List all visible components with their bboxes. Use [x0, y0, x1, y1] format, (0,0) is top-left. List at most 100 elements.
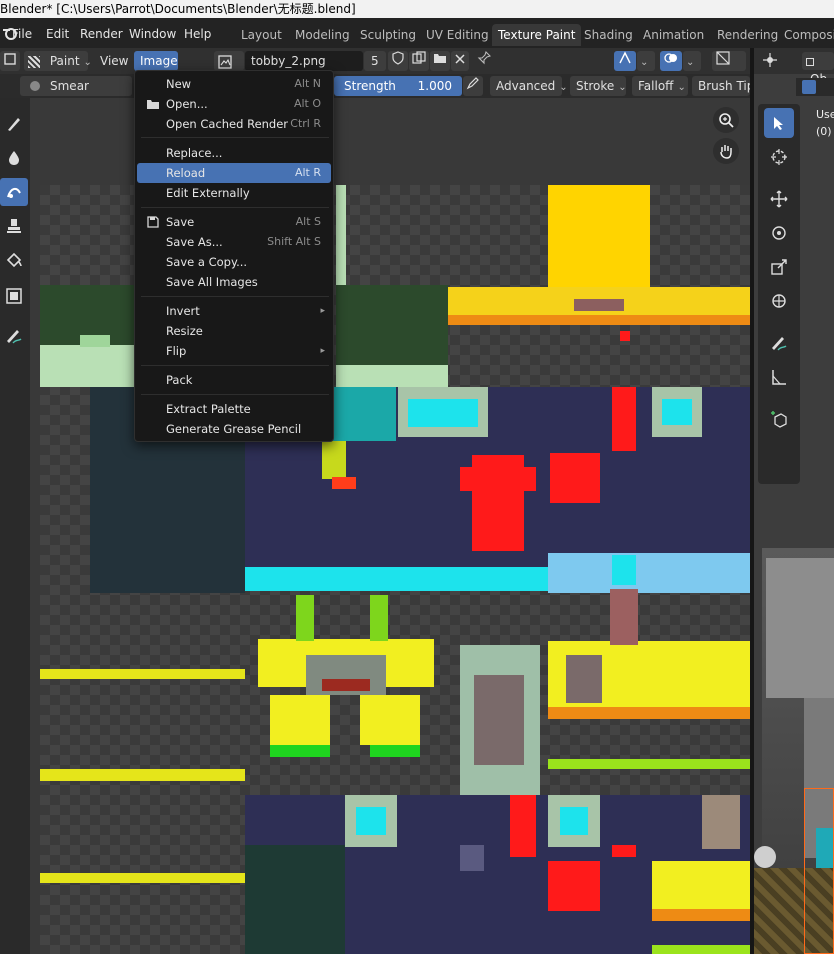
- duplicate-icon[interactable]: [409, 51, 429, 71]
- zoom-icon[interactable]: [713, 107, 739, 133]
- image-dropdown-menu: New Alt N Open... Alt O Open Cached Render…: [134, 70, 334, 442]
- menu-file[interactable]: File: [12, 24, 32, 44]
- menu-item-edit-externally[interactable]: Edit Externally: [137, 183, 331, 203]
- menu-item-shortcut: Alt O: [293, 97, 321, 110]
- menu-item-label: Save a Copy...: [166, 255, 248, 269]
- menu-item-save-as[interactable]: Save As... Shift Alt S: [137, 232, 331, 252]
- transform-icon[interactable]: [764, 286, 794, 316]
- menu-item-label: Save: [166, 215, 195, 229]
- chevron-down-icon: ⌄: [677, 82, 686, 93]
- cursor-icon[interactable]: [764, 108, 794, 138]
- rotate-icon[interactable]: [764, 218, 794, 248]
- add-cube-icon[interactable]: [764, 404, 794, 434]
- image-name-field[interactable]: tobby_2.png: [245, 51, 363, 71]
- menu-item-invert[interactable]: Invert ▸: [137, 301, 331, 321]
- menu-item-open-cached-render[interactable]: Open Cached Render Ctrl R: [137, 114, 331, 134]
- menu-help[interactable]: Help: [184, 24, 211, 44]
- chevron-down-icon: ⌄: [559, 82, 568, 93]
- submenu-arrow-icon: ▸: [320, 306, 325, 316]
- move-icon[interactable]: [764, 184, 794, 214]
- editor-type-icon[interactable]: [0, 51, 20, 71]
- smear-icon[interactable]: [0, 178, 28, 206]
- menu-window[interactable]: Window: [129, 24, 176, 44]
- object-mode-select[interactable]: Ob: [802, 52, 834, 86]
- tab-layout[interactable]: Layout: [235, 24, 288, 46]
- uv-sync-icon[interactable]: [614, 51, 636, 71]
- brush-name: Smear: [50, 79, 89, 93]
- tab-sculpting[interactable]: Sculpting: [354, 24, 422, 46]
- menu-item-label: Edit Externally: [166, 186, 250, 200]
- tab-modeling[interactable]: Modeling: [289, 24, 356, 46]
- menu-separator: [141, 207, 329, 208]
- image-browse-button[interactable]: [214, 51, 244, 71]
- menu-item-save-copy[interactable]: Save a Copy...: [137, 252, 331, 272]
- display-channels-icon[interactable]: [712, 51, 746, 71]
- measure-icon[interactable]: [764, 362, 794, 392]
- stroke-popover[interactable]: Stroke ⌄: [570, 76, 627, 96]
- menu-item-open[interactable]: Open... Alt O: [137, 94, 331, 114]
- menu-item-save[interactable]: Save Alt S: [137, 212, 331, 232]
- menu-item-shortcut: Shift Alt S: [267, 235, 321, 248]
- hand-icon[interactable]: [713, 138, 739, 164]
- menu-item-replace[interactable]: Replace...: [137, 143, 331, 163]
- chevron-down-icon[interactable]: ⌄: [637, 51, 655, 71]
- folder-icon[interactable]: [430, 51, 450, 71]
- tab-uv-editing[interactable]: UV Editing: [420, 24, 495, 46]
- mode-label: Paint: [49, 54, 80, 68]
- menu-item-reload[interactable]: Reload Alt R: [137, 163, 331, 183]
- menu-item-label: Reload: [166, 166, 206, 180]
- annotate-icon[interactable]: [764, 328, 794, 358]
- viewport-sphere: [754, 846, 776, 868]
- fill-bucket-icon[interactable]: [0, 246, 28, 274]
- 3d-cursor-icon[interactable]: [764, 142, 794, 172]
- menu-separator: [141, 365, 329, 366]
- menu-render[interactable]: Render: [80, 24, 123, 44]
- menu-item-label: Save As...: [166, 235, 223, 249]
- mode-select[interactable]: Paint ⌄: [24, 51, 92, 71]
- annotate-icon[interactable]: [0, 322, 28, 350]
- scale-icon[interactable]: [764, 252, 794, 282]
- falloff-popover[interactable]: Falloff ⌄: [632, 76, 688, 96]
- select-mode-toggle[interactable]: [796, 78, 834, 96]
- menu-item-shortcut: Alt R: [294, 166, 321, 179]
- soften-drop-icon[interactable]: [0, 144, 28, 172]
- image-menu[interactable]: Image: [134, 51, 178, 71]
- clone-stamp-icon[interactable]: [0, 212, 28, 240]
- menu-item-generate-grease-pencil[interactable]: Generate Grease Pencil: [137, 419, 331, 439]
- users-count[interactable]: 5: [364, 51, 386, 71]
- close-icon[interactable]: [451, 51, 469, 71]
- strength-slider[interactable]: Strength 1.000: [334, 76, 462, 96]
- menu-edit[interactable]: Edit: [46, 24, 69, 44]
- tab-compositing[interactable]: Compositi: [778, 24, 834, 46]
- menu-item-label: Generate Grease Pencil: [166, 422, 302, 436]
- tab-texture-paint[interactable]: Texture Paint: [492, 24, 582, 46]
- advanced-popover[interactable]: Advanced ⌄: [490, 76, 568, 96]
- menu-item-extract-palette[interactable]: Extract Palette: [137, 399, 331, 419]
- brush-tip-popover[interactable]: Brush Tip: [692, 76, 754, 96]
- draw-brush-icon[interactable]: [0, 110, 28, 138]
- view-menu[interactable]: View: [94, 51, 132, 71]
- tab-rendering[interactable]: Rendering: [711, 24, 784, 46]
- menu-item-resize[interactable]: Resize: [137, 321, 331, 341]
- tab-animation[interactable]: Animation: [637, 24, 710, 46]
- pin-icon[interactable]: [474, 50, 494, 71]
- menu-item-flip[interactable]: Flip ▸: [137, 341, 331, 361]
- chevron-down-icon: ⌄: [618, 82, 627, 93]
- viewport-info-line1: Use: [816, 108, 834, 121]
- tab-shading[interactable]: Shading: [578, 24, 639, 46]
- menu-item-save-all-images[interactable]: Save All Images: [137, 272, 331, 292]
- menu-item-pack[interactable]: Pack: [137, 370, 331, 390]
- submenu-arrow-icon: ▸: [320, 346, 325, 356]
- chevron-down-icon[interactable]: ⌄: [683, 51, 701, 71]
- pressure-pen-icon[interactable]: [463, 76, 483, 96]
- viewport-3d[interactable]: Ob Use (0): [754, 48, 834, 954]
- brush-select[interactable]: Smear: [20, 76, 132, 96]
- mask-icon[interactable]: [0, 282, 28, 310]
- strength-value: 1.000: [417, 79, 452, 93]
- fake-user-icon[interactable]: [388, 51, 408, 71]
- menu-item-new[interactable]: New Alt N: [137, 74, 331, 94]
- menu-separator: [141, 296, 329, 297]
- overlay-icon[interactable]: [660, 51, 682, 71]
- menu-item-shortcut: Alt N: [294, 77, 321, 90]
- viewport-editor-type-icon[interactable]: [762, 52, 784, 70]
